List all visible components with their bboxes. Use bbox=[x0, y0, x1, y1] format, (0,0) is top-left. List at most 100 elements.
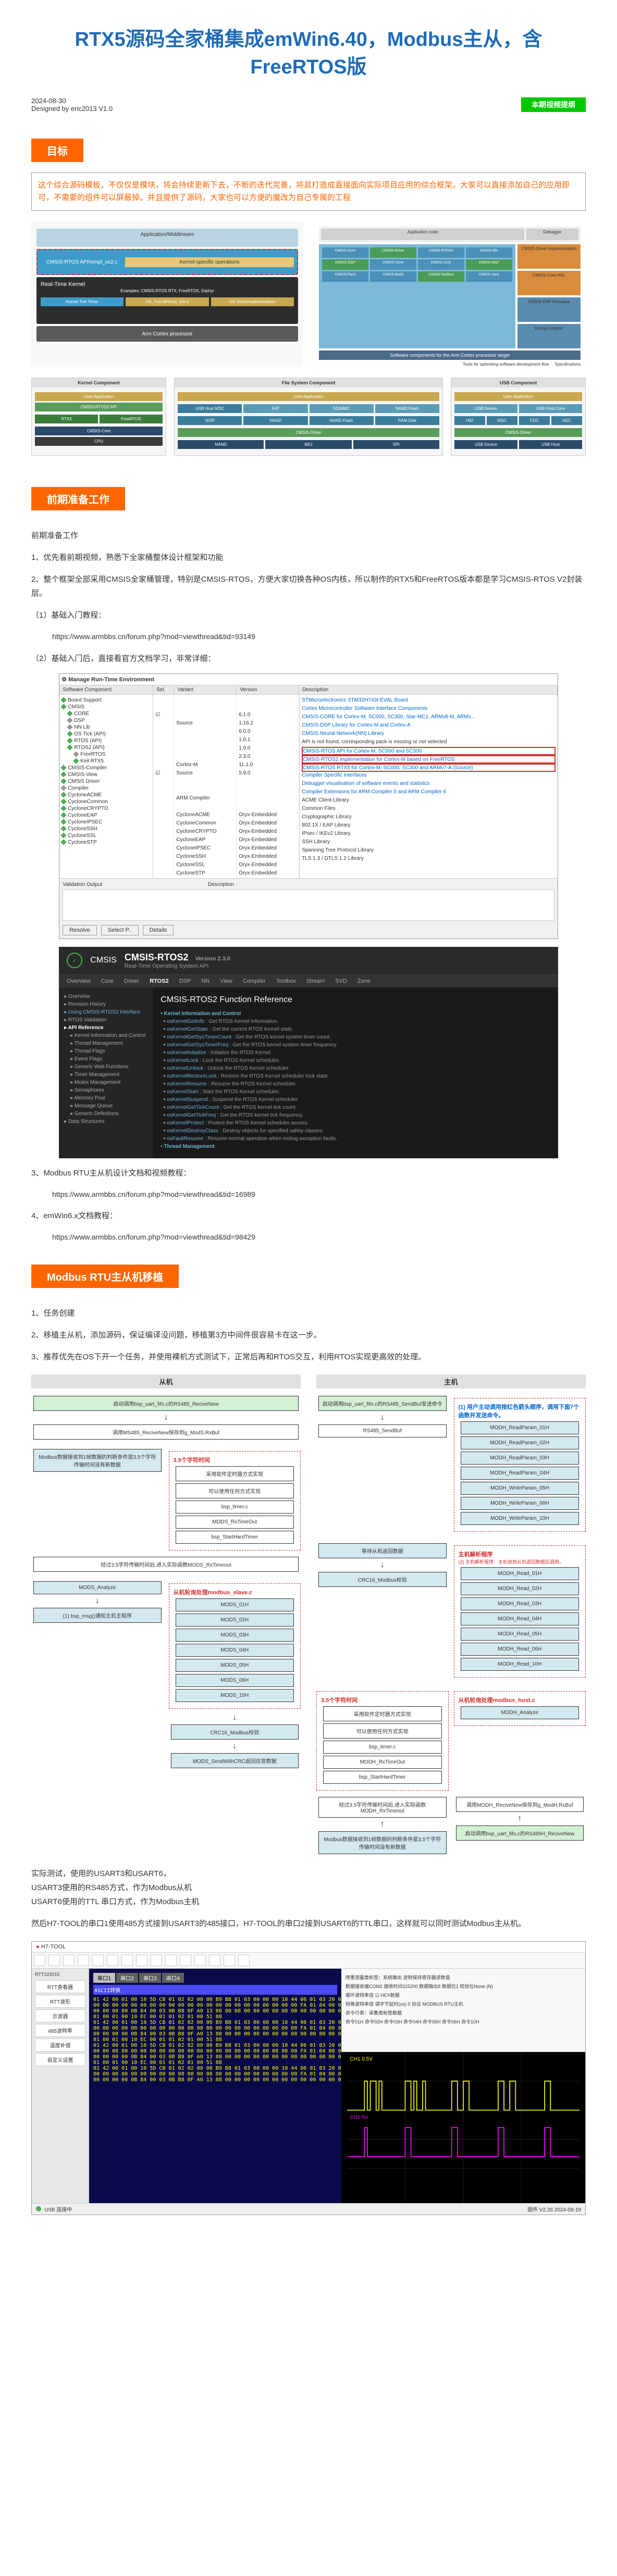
toolbar-button[interactable] bbox=[107, 1955, 118, 1966]
tree-item[interactable]: Board Support bbox=[61, 697, 151, 704]
ref-item[interactable]: • osKernelGetInfo : Get RTOS Kernel Info… bbox=[161, 1018, 550, 1026]
toolbar-button[interactable] bbox=[180, 1955, 191, 1966]
toolbar-button[interactable] bbox=[92, 1955, 104, 1966]
select-button[interactable]: Select P.. bbox=[101, 925, 139, 935]
sidebar-button[interactable]: 温度补偿 bbox=[35, 2039, 85, 2052]
tab-3[interactable]: 串口4 bbox=[162, 1973, 184, 1983]
sidebar-item[interactable]: ▸ Revision History bbox=[64, 1001, 147, 1008]
toolbar-button[interactable] bbox=[63, 1955, 75, 1966]
nav-item[interactable]: RTOS2 bbox=[150, 978, 168, 984]
desc-row[interactable]: CMSIS-CORE for Cortex-M, SC000, SC300, S… bbox=[302, 714, 556, 722]
desc-row[interactable]: Cortex Microcontroller Software Interfac… bbox=[302, 705, 556, 714]
sidebar-item[interactable]: ▸ Using CMSIS-RTOS2 Interface bbox=[64, 1008, 147, 1016]
sidebar-button[interactable]: 示波器 bbox=[35, 2009, 85, 2022]
tree-item[interactable]: DSP bbox=[61, 717, 151, 724]
tab-2[interactable]: 串口3 bbox=[139, 1973, 161, 1983]
ref-item[interactable]: • osFaultResume : Resume normal operatio… bbox=[161, 1135, 550, 1143]
url3[interactable]: https://www.armbbs.cn/forum.php?mod=view… bbox=[52, 1188, 586, 1201]
toolbar-button[interactable] bbox=[34, 1955, 45, 1966]
tree-item[interactable]: CycloneSSH bbox=[61, 826, 151, 832]
toolbar-button[interactable] bbox=[238, 1955, 250, 1966]
ref-item[interactable]: • osKernelGetTickCount : Get the RTOS ke… bbox=[161, 1104, 550, 1111]
desc-row[interactable]: CMSIS-RTOS2 implementation for Cortex-M … bbox=[302, 755, 556, 764]
sidebar-button[interactable]: 自定义设置 bbox=[35, 2053, 85, 2066]
tree-item[interactable]: CycloneCRYPTO bbox=[61, 805, 151, 812]
sidebar-button[interactable]: 485波特率 bbox=[35, 2024, 85, 2037]
ref-item[interactable]: • osKernelProtect : Protect the RTOS Ker… bbox=[161, 1119, 550, 1127]
ref-item[interactable]: • osKernelDestroyClass : Destroy objects… bbox=[161, 1127, 550, 1135]
sidebar-item[interactable]: ▸ Kernel Information and Control bbox=[64, 1032, 147, 1040]
tree-item[interactable]: CycloneCommon bbox=[61, 798, 151, 805]
nav-item[interactable]: SVD bbox=[335, 978, 347, 984]
tree-item[interactable]: NN Lib bbox=[61, 724, 151, 731]
url4[interactable]: https://www.armbbs.cn/forum.php?mod=view… bbox=[52, 1231, 586, 1244]
ref-item[interactable]: • osKernelSuspend : Suspend the RTOS Ker… bbox=[161, 1096, 550, 1104]
toolbar-button[interactable] bbox=[209, 1955, 220, 1966]
sidebar-item[interactable]: ▸ Memory Pool bbox=[64, 1094, 147, 1102]
tree-item[interactable]: CMSIS-View bbox=[61, 771, 151, 778]
tree-item[interactable]: CycloneIPSEC bbox=[61, 819, 151, 826]
tree-item[interactable]: Compiler bbox=[61, 785, 151, 792]
sidebar-button[interactable]: RTT波形 bbox=[35, 1995, 85, 2008]
ref-item[interactable]: • osKernelStart : Start the RTOS Kernel … bbox=[161, 1088, 550, 1096]
toolbar-button[interactable] bbox=[48, 1955, 60, 1966]
sidebar-item[interactable]: ▸ Overview bbox=[64, 993, 147, 1001]
sidebar-item[interactable]: ▸ Thread Flags bbox=[64, 1047, 147, 1055]
nav-item[interactable]: Compiler bbox=[243, 978, 266, 984]
tab-0[interactable]: 串口1 bbox=[93, 1973, 115, 1983]
sidebar-item[interactable]: ▸ Thread Management bbox=[64, 1040, 147, 1047]
desc-row[interactable]: CMSIS-RTOS API for Cortex-M, SC000 and S… bbox=[302, 747, 556, 755]
nav-item[interactable]: View bbox=[220, 978, 232, 984]
config-field[interactable]: 喷墨测量类标签：系统输出 进制保持寄存器读数值 bbox=[345, 1973, 581, 1982]
tree-item[interactable]: CMSIS-Compiler bbox=[61, 765, 151, 771]
ref-item[interactable]: • osKernelRestoreLock : Restore the RTOS… bbox=[161, 1072, 550, 1080]
sidebar-item[interactable]: ▸ RTOS Validation bbox=[64, 1016, 147, 1024]
desc-row[interactable]: CMSIS-RTOS RTX5 for Cortex-M, SC000, SC3… bbox=[302, 764, 556, 772]
sidebar-item[interactable]: ▸ Semaphores bbox=[64, 1086, 147, 1094]
sidebar-item[interactable]: ▸ Message Queue bbox=[64, 1102, 147, 1110]
config-field[interactable]: 循环波特率倍 ☑ HEX数据 bbox=[345, 1991, 581, 1999]
ref-item[interactable]: • osKernelGetTickFreq : Get the RTOS ker… bbox=[161, 1111, 550, 1119]
ref-item[interactable]: • osKernelInitialize : Initialize the RT… bbox=[161, 1049, 550, 1057]
config-field[interactable]: 数据接收端COM2 接收时间115200 数据输出8 数据位1 校验位None … bbox=[345, 1982, 581, 1991]
sidebar-item[interactable]: ▸ Generic Definitions bbox=[64, 1110, 147, 1118]
tree-item[interactable]: RTOS2 (API) bbox=[61, 744, 151, 751]
desc-row[interactable]: CMSIS-DSP Library for Cortex-M and Corte… bbox=[302, 722, 556, 730]
config-field[interactable]: 命令01H 命令02H 命令03H 命令04H 命令05H 命令06H 命令10… bbox=[345, 2017, 581, 2026]
tab-1[interactable]: 串口2 bbox=[116, 1973, 138, 1983]
nav-item[interactable]: NN bbox=[201, 978, 209, 984]
ref-item[interactable]: ▪ Kernel Information and Control bbox=[161, 1010, 550, 1018]
ref-item[interactable]: ▪ Thread Management bbox=[161, 1143, 550, 1151]
tree-item[interactable]: CycloneSTP bbox=[61, 839, 151, 846]
toolbar-button[interactable] bbox=[121, 1955, 133, 1966]
nav-item[interactable]: Overview bbox=[67, 978, 91, 984]
tree-item[interactable]: RTOS (API) bbox=[61, 737, 151, 744]
ref-item[interactable]: • osKernelResume : Resume the RTOS Kerne… bbox=[161, 1080, 550, 1088]
sidebar-item[interactable]: ▸ API Reference bbox=[64, 1024, 147, 1032]
toolbar-button[interactable] bbox=[151, 1955, 162, 1966]
sidebar-item[interactable]: ▸ Generic Wait Functions bbox=[64, 1063, 147, 1071]
ref-item[interactable]: • osKernelGetSysTimerFreq : Get the RTOS… bbox=[161, 1041, 550, 1049]
sidebar-item[interactable]: ▸ Event Flags bbox=[64, 1055, 147, 1063]
ref-item[interactable]: • osKernelGetSysTimerCount : Get the RTO… bbox=[161, 1033, 550, 1041]
rte-tree[interactable]: Board SupportCMSISCOREDSPNN LibOS Tick (… bbox=[59, 695, 153, 878]
nav-item[interactable]: DSP bbox=[179, 978, 191, 984]
prep-url1[interactable]: https://www.armbbs.cn/forum.php?mod=view… bbox=[52, 630, 586, 643]
resolve-button[interactable]: Resolve bbox=[63, 925, 97, 935]
toolbar-button[interactable] bbox=[136, 1955, 147, 1966]
toolbar-button[interactable] bbox=[224, 1955, 235, 1966]
sidebar-item[interactable]: ▸ Mutex Management bbox=[64, 1079, 147, 1086]
toolbar-button[interactable] bbox=[78, 1955, 89, 1966]
ref-item[interactable]: • osKernelGetState : Get the current RTO… bbox=[161, 1026, 550, 1033]
config-field[interactable]: 特殊波特率倍 调字节延时(us) 0 协议 MODBUS RTU主机 bbox=[345, 1999, 581, 2008]
ref-item[interactable]: • osKernelUnlock : Unlock the RTOS Kerne… bbox=[161, 1065, 550, 1072]
tree-item[interactable]: CMSIS Driver bbox=[61, 778, 151, 785]
tree-item[interactable]: CycloneEAP bbox=[61, 812, 151, 819]
desc-row[interactable]: STMicroelectronics STM32H743I-EVAL Board bbox=[302, 697, 556, 705]
sidebar-item[interactable]: ▸ Timer Management bbox=[64, 1071, 147, 1079]
desc-row[interactable]: Compiler Extensions for ARM Compiler 5 a… bbox=[302, 789, 556, 797]
tree-item[interactable]: OS Tick (API) bbox=[61, 731, 151, 737]
toolbar-button[interactable] bbox=[194, 1955, 206, 1966]
tree-item[interactable]: CycloneSSL bbox=[61, 832, 151, 839]
nav-item[interactable]: Driver bbox=[124, 978, 139, 984]
